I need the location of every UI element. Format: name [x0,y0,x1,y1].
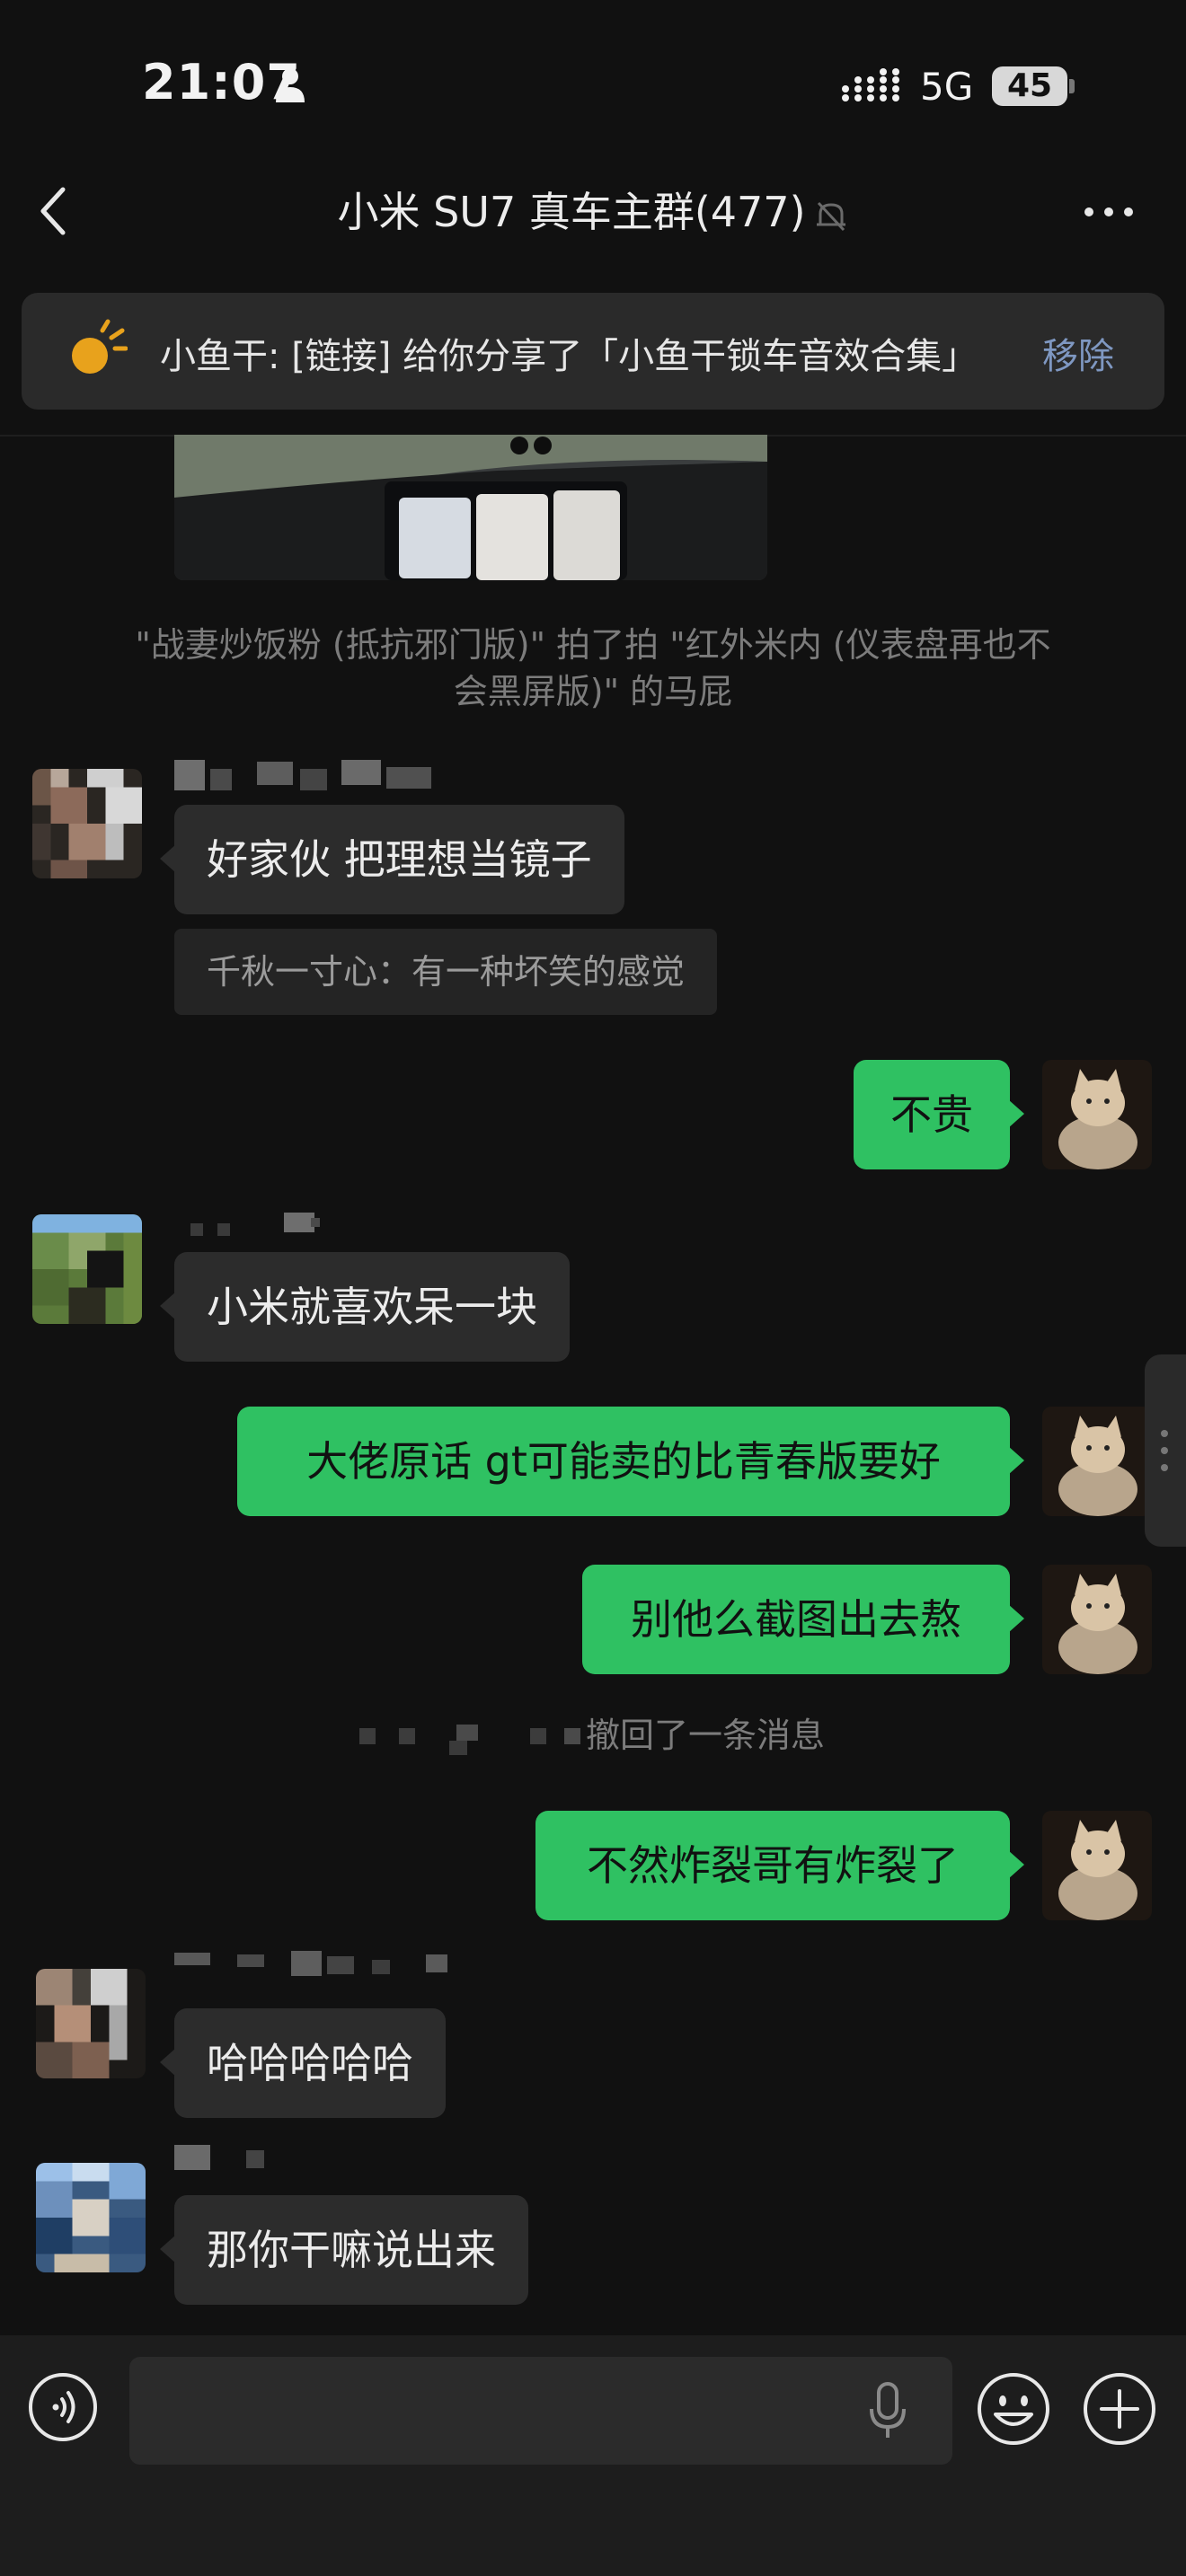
battery-tip [1069,79,1075,93]
person-icon [276,68,305,102]
sender-name-pixelated [190,1213,320,1236]
avatar[interactable] [36,1969,146,2078]
image-message[interactable] [174,435,767,580]
self-avatar[interactable] [1042,1565,1152,1674]
emoji-icon[interactable] [976,2371,1051,2447]
signal-icon [842,68,899,101]
battery-indicator: 45 [992,66,1067,106]
chat-bubble[interactable]: 那你干嘛说出来 [160,2195,528,2305]
message-input[interactable] [129,2357,952,2465]
chat-bubble[interactable]: 哈哈哈哈哈 [160,2008,446,2118]
pinned-text: 小鱼干: [链接] 给你分享了「小鱼干锁车音效合集」 [160,336,978,377]
system-pat-line2: 会黑屏版)" 的马屁 [453,672,733,711]
remove-pin-button[interactable]: 移除 [1042,327,1114,379]
drag-handle-icon [1161,1430,1168,1471]
avatar[interactable] [32,769,142,878]
chat-bubble-self[interactable]: 不贵 [854,1060,1024,1169]
mute-icon [816,201,845,231]
sender-name-pixelated [174,760,431,790]
chat-title-bar: 小米 SU7 真车主群(477) [0,180,1186,239]
avatar[interactable] [32,1214,142,1324]
plus-icon[interactable] [1082,2371,1157,2447]
recall-sender-pixelated [359,1725,580,1755]
self-avatar[interactable] [1042,1060,1152,1169]
chat-bubble[interactable]: 小米就喜欢呆一块 [160,1252,570,1362]
self-avatar[interactable] [1042,1407,1152,1516]
chat-bubble-self[interactable]: 别他么截图出去熬 [582,1565,1024,1674]
self-avatar[interactable] [1042,1811,1152,1920]
chat-bubble-self[interactable]: 大佬原话 gt可能卖的比青春版要好 [237,1407,1024,1516]
sender-name-pixelated [174,1951,447,1976]
network-label: 5G [920,65,974,109]
chat-bubble[interactable]: 好家伙 把理想当镜子 [160,805,624,914]
avatar[interactable] [36,2163,146,2272]
system-recall: 撤回了一条消息 [586,1716,826,1755]
mic-icon[interactable] [868,2382,907,2439]
pin-icon [72,319,128,374]
more-icon[interactable] [1082,205,1136,219]
quoted-message[interactable]: 千秋一寸心：有一种坏笑的感觉 [174,929,718,1015]
voice-icon[interactable] [27,2371,99,2443]
sender-name-pixelated [174,2145,264,2170]
chat-bubble-self[interactable]: 不然炸裂哥有炸裂了 [535,1811,1024,1920]
chat-title: 小米 SU7 真车主群(477) [337,188,806,236]
system-pat-line1: "战妻炒饭粉 (抵抗邪门版)" 拍了拍 "红外米内 (仪表盘再也不 [135,625,1051,665]
